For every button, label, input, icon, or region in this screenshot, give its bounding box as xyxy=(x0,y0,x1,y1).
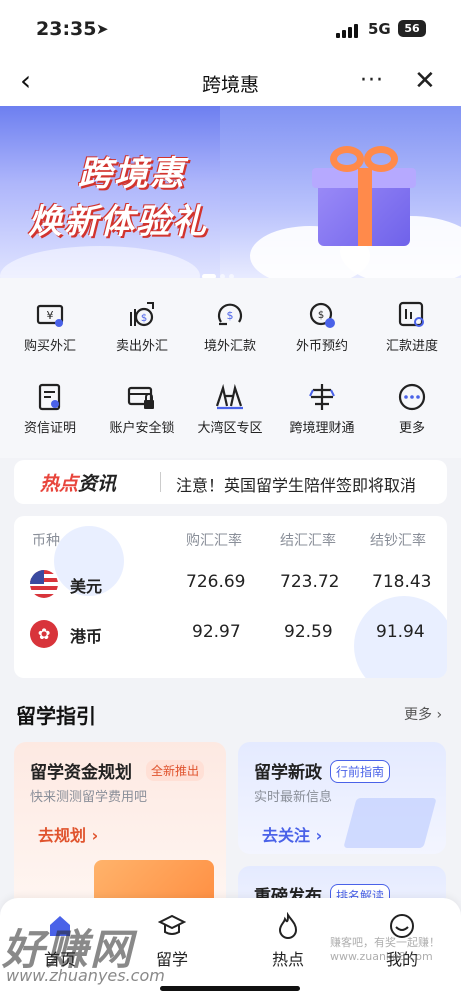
service-account-lock[interactable]: 账户安全锁 xyxy=(96,360,188,440)
svg-text:$: $ xyxy=(318,310,324,321)
rate-header-buy: 购汇汇率 xyxy=(186,533,242,549)
flame-icon xyxy=(278,912,298,939)
home-indicator xyxy=(160,986,300,991)
tab-label: 热点 xyxy=(271,950,304,969)
nav-bar: ‹ 跨境惠 ··· ✕ xyxy=(0,60,461,106)
card-subtitle: 快来测测留学费用吧 xyxy=(30,790,148,805)
hk-flag-icon: ✿ xyxy=(30,620,58,648)
hot-news-text[interactable]: 注意！英国留学生陪伴签即将取消 xyxy=(176,472,416,496)
card-title: 留学新政 xyxy=(254,763,322,783)
hot-news-bar[interactable]: 热点资讯 注意！英国留学生陪伴签即将取消 xyxy=(14,460,447,504)
service-label: 卖出外汇 xyxy=(115,339,168,354)
location-arrow-icon: ➤ xyxy=(96,20,109,38)
currency-name: 美元 xyxy=(70,577,103,596)
service-label: 大湾区专区 xyxy=(197,421,263,436)
hot-news-tag-rest: 资讯 xyxy=(78,473,117,495)
network-type: 5G xyxy=(368,20,391,38)
service-label: 跨境理财通 xyxy=(289,421,355,436)
card-title: 留学资金规划 xyxy=(30,763,132,783)
service-label: 资信证明 xyxy=(23,421,76,436)
rate-row-hkd[interactable]: ✿ 港币 92.97 92.59 91.94 xyxy=(14,610,447,658)
lock-icon xyxy=(127,386,154,409)
watermark-url: www.zhuanyes.com xyxy=(6,966,165,985)
battery-icon: 56 xyxy=(398,20,426,37)
service-label: 汇款进度 xyxy=(385,339,438,354)
certificate-icon xyxy=(38,383,61,411)
status-time: 23:35 xyxy=(36,18,97,40)
rate-buy: 726.69 xyxy=(186,572,246,592)
service-sell-fx[interactable]: $ 卖出外汇 xyxy=(96,278,188,358)
bay-area-icon xyxy=(215,383,243,410)
service-more[interactable]: 更多 xyxy=(366,360,458,440)
book-image xyxy=(343,798,437,848)
hot-news-tag-hot: 热点 xyxy=(40,473,79,495)
watermark-url-secondary: 赚客吧，有奖一起赚！ www.zuanke8.com xyxy=(330,936,440,963)
currency-name: 港币 xyxy=(70,627,103,646)
service-wealth[interactable]: 跨境理财通 xyxy=(276,360,368,440)
exchange-rate-card: 币种 购汇汇率 结汇汇率 结钞汇率 美元 726.69 723.72 718.4… xyxy=(14,516,447,678)
divider xyxy=(160,472,161,492)
rate-row-usd[interactable]: 美元 726.69 723.72 718.43 xyxy=(14,560,447,608)
service-certificate[interactable]: 资信证明 xyxy=(4,360,96,440)
rate-buy: 92.97 xyxy=(192,622,241,642)
signal-icon xyxy=(336,24,358,38)
service-reservation[interactable]: $ 外币预约 xyxy=(276,278,368,358)
service-progress[interactable]: 汇款进度 xyxy=(366,278,458,358)
progress-icon xyxy=(398,301,424,327)
rate-settle: 92.59 xyxy=(284,622,333,642)
rate-cash: 718.43 xyxy=(372,572,432,592)
banner-cloud xyxy=(0,246,200,278)
remittance-icon: $ xyxy=(217,303,243,326)
service-label: 账户安全锁 xyxy=(109,421,175,436)
service-bay-area[interactable]: 大湾区专区 xyxy=(184,360,276,440)
service-label: 境外汇款 xyxy=(203,339,256,354)
buy-fx-icon: ¥ xyxy=(36,304,64,327)
service-label: 购买外汇 xyxy=(23,339,76,354)
banner-title: 跨境惠 xyxy=(78,154,186,194)
status-bar: 23:35 ➤ 5G 56 xyxy=(0,0,461,60)
close-icon[interactable]: ✕ xyxy=(414,66,436,96)
reservation-icon: $ xyxy=(309,302,335,328)
service-buy-fx[interactable]: ¥ 购买外汇 xyxy=(4,278,96,358)
service-label: 外币预约 xyxy=(295,339,348,354)
promo-banner[interactable]: 跨境惠 焕新体验礼 xyxy=(0,106,461,278)
card-new-policy[interactable]: 留学新政 行前指南 实时最新信息 去关注 › xyxy=(238,742,446,854)
svg-text:¥: ¥ xyxy=(47,309,54,322)
us-flag-icon xyxy=(30,570,58,598)
rate-header-currency: 币种 xyxy=(32,533,60,549)
page-title: 跨境惠 xyxy=(201,74,259,96)
banner-subtitle: 焕新体验礼 xyxy=(28,202,208,242)
tab-study[interactable]: 留学 xyxy=(132,912,212,970)
hot-news-tag: 热点资讯 xyxy=(40,469,116,496)
card-action[interactable]: 去规划 › xyxy=(38,822,98,846)
more-icon xyxy=(398,383,426,411)
more-link[interactable]: 更多 › xyxy=(404,704,442,724)
section-title: 留学指引 xyxy=(16,704,96,728)
card-badge: 全新推出 xyxy=(146,760,205,781)
graduation-cap-icon xyxy=(158,914,186,935)
rate-cash: 91.94 xyxy=(376,622,425,642)
more-menu-icon[interactable]: ··· xyxy=(360,68,384,93)
card-action[interactable]: 去关注 › xyxy=(262,822,322,846)
services-grid: ¥ 购买外汇 $ 卖出外汇 $ 境外汇款 $ 外币预约 汇款进度 资信证明 账户… xyxy=(0,278,461,458)
rate-settle: 723.72 xyxy=(280,572,340,592)
rate-header-settle: 结汇汇率 xyxy=(280,533,336,549)
service-remittance[interactable]: $ 境外汇款 xyxy=(184,278,276,358)
tab-hot[interactable]: 热点 xyxy=(248,912,328,970)
card-subtitle: 实时最新信息 xyxy=(254,790,333,805)
card-fund-planning[interactable]: 留学资金规划 全新推出 快来测测留学费用吧 去规划 › xyxy=(14,742,226,912)
card-badge: 行前指南 xyxy=(330,760,391,783)
rate-header-cash: 结钞汇率 xyxy=(370,533,426,549)
svg-text:$: $ xyxy=(141,313,147,324)
sell-fx-icon: $ xyxy=(130,302,154,327)
wealth-icon xyxy=(309,384,335,410)
svg-text:$: $ xyxy=(227,309,234,322)
gift-box-image xyxy=(312,146,416,246)
service-label: 更多 xyxy=(398,421,425,436)
